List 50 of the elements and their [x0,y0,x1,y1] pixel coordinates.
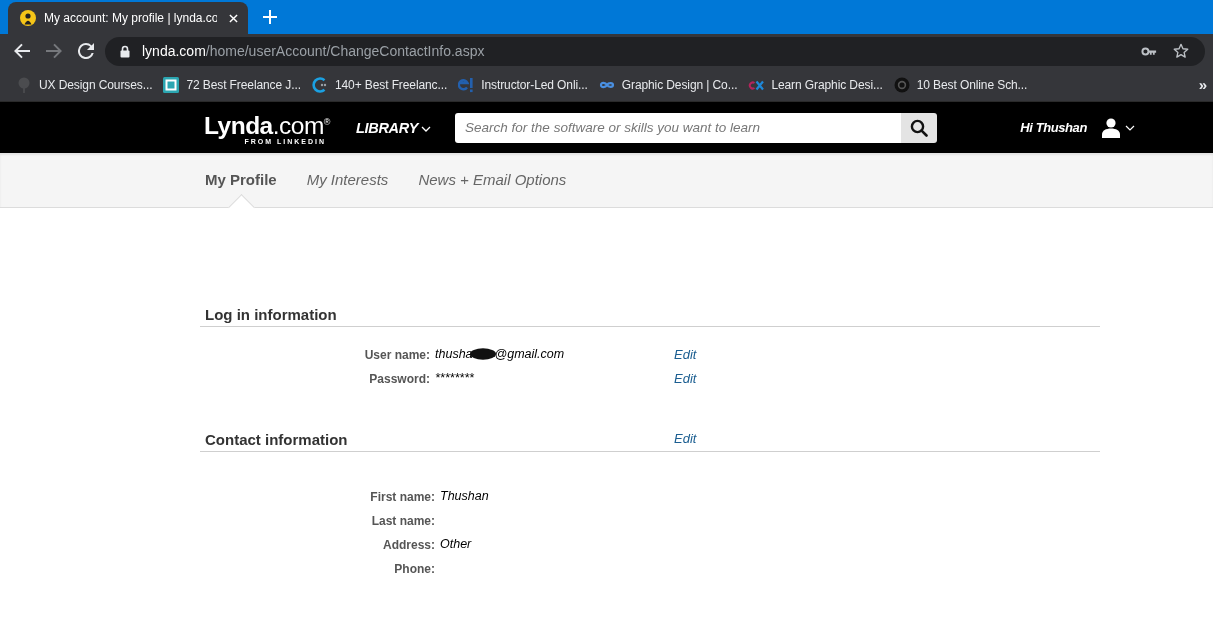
field-label: Address: [383,538,435,552]
profile-tab[interactable]: News + Email Options [418,153,567,207]
circle-logo-icon [893,76,910,93]
bookmark-item[interactable]: Instructor-Led Onli... [454,72,592,97]
exclamation-logo-icon [458,76,475,93]
section-heading: Contact information [205,430,348,450]
account-menu-button[interactable] [1101,117,1135,138]
lock-icon [120,44,130,58]
field-label: User name: [364,348,430,362]
edit-link[interactable]: Edit [674,347,697,362]
field-value: Other [440,537,472,551]
chevron-down-icon [1125,124,1135,131]
greeting-text: Hi Thushan [1020,120,1087,135]
search-field[interactable]: Search for the software or skills you want to learn [455,112,902,143]
bookmark-item[interactable]: Learn Graphic Desi... [744,72,887,97]
key-icon[interactable] [1141,46,1157,56]
circle-logo-icon [20,10,36,26]
bookmark-item[interactable]: 10 Best Online Sch... [889,72,1032,97]
section-heading: Log in information [205,305,337,325]
field-label: Last name: [371,514,435,528]
field-label: Phone: [394,562,435,576]
library-menu-button[interactable]: LIBRARY [356,119,432,136]
bookmarks-overflow-button[interactable]: » [1198,76,1207,93]
url-text[interactable]: lynda.com/home/userAccount/ChangeContactInfo.aspx [142,43,485,59]
bookmark-item[interactable]: UX Design Courses... [12,72,157,97]
address-bar[interactable]: lynda.com/home/userAccount/ChangeContactInfo.aspx [105,36,1205,66]
chevron-down-icon [421,125,432,132]
field-label: Password: [369,372,430,386]
star-icon[interactable] [1173,43,1189,59]
logo-wordmark[interactable]: Lynda.com$^{®}$ [204,109,330,138]
arrow-left-icon[interactable] [14,43,30,59]
edit-link[interactable]: Edit [674,430,697,446]
field-value: @gmail.com [494,347,565,361]
bookmark-item[interactable]: 140+ Best Freelanc... [307,72,452,97]
plus-icon[interactable] [263,10,277,24]
field-value: ******** [435,371,474,385]
bookmark-item[interactable]: 72 Best Freelance J... [159,72,305,97]
arc-logo-icon [311,76,328,93]
bookmark-item[interactable]: Graphic Design | Co... [594,72,742,97]
close-icon[interactable] [229,13,238,23]
field-label: First name: [370,490,435,504]
person-icon [1101,117,1121,138]
search-button[interactable] [901,112,938,143]
field-value: Thushan [440,489,489,503]
reload-icon[interactable] [78,43,94,59]
profile-tab[interactable]: My Interests [306,153,389,207]
field-value: thusha [435,347,473,361]
edit-link[interactable]: Edit [674,371,697,386]
square-logo-icon [163,76,180,93]
search-icon [910,118,929,137]
